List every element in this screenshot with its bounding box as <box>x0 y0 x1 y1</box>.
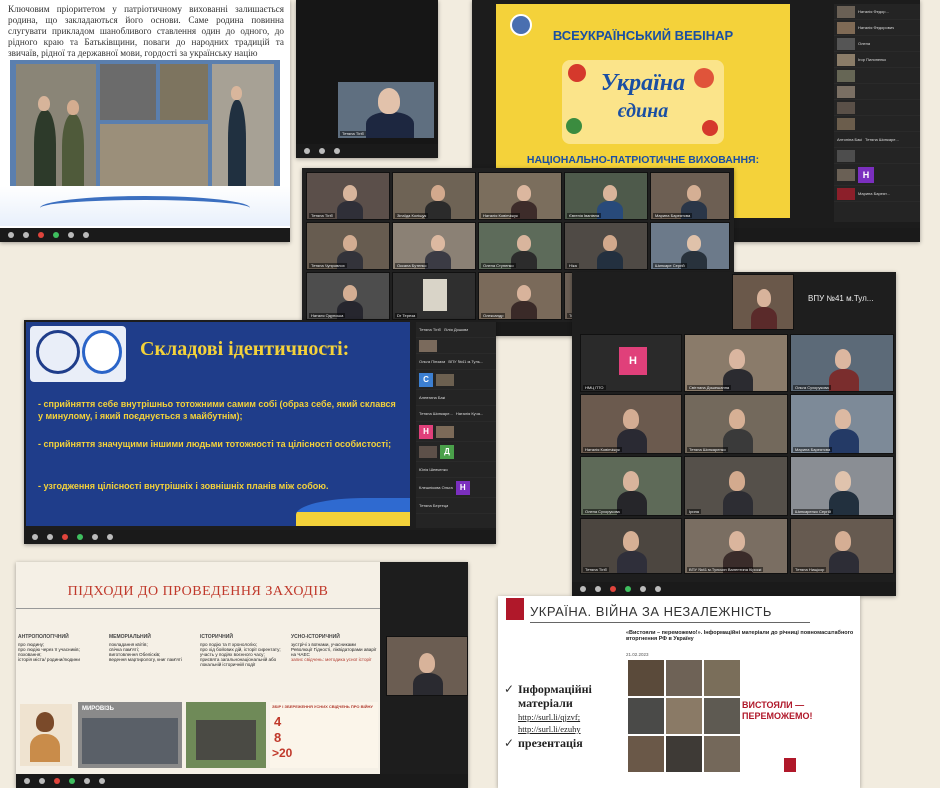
participants-sidebar[interactable]: Наталія Федор... Наталія Федорович Олена… <box>834 4 920 222</box>
participants-icon[interactable] <box>84 778 90 784</box>
mic-icon[interactable] <box>32 534 38 540</box>
camera-icon[interactable] <box>47 534 53 540</box>
meeting-toolbar[interactable] <box>296 144 438 158</box>
title-rule <box>530 622 810 623</box>
camera-icon[interactable] <box>23 232 29 238</box>
participants-icon[interactable] <box>92 534 98 540</box>
museum-photo: МИРОВІЗЬ <box>78 702 182 768</box>
share-screen-icon[interactable] <box>53 232 59 238</box>
title-underline <box>16 608 380 609</box>
more-icon[interactable] <box>99 778 105 784</box>
webinar-title: ВСЕУКРАЇНСЬКИЙ ВЕБІНАР <box>552 28 734 43</box>
chat-icon[interactable] <box>38 232 44 238</box>
participant-avatar: Н <box>619 347 647 375</box>
war-poster-text: ВИСТОЯЛИ — ПЕРЕМОЖЕМО! <box>742 700 813 721</box>
participant-avatar: С <box>419 372 433 387</box>
slide-logo <box>784 758 796 772</box>
identity-bullet-1: - сприйняття себе внутрішньо тотожними с… <box>38 399 396 421</box>
meeting-toolbar[interactable] <box>24 530 496 544</box>
participants-icon[interactable] <box>640 586 646 592</box>
meeting-toolbar[interactable] <box>0 228 290 242</box>
illustration-person <box>20 704 72 766</box>
identity-heading: Складові ідентичності: <box>140 338 350 360</box>
screenshot-identity: Складові ідентичності: - сприйняття себе… <box>24 320 496 544</box>
meeting-toolbar[interactable] <box>16 774 468 788</box>
institution-logo <box>30 326 126 382</box>
slide-bookmark-icon <box>506 598 524 620</box>
gallery-top-title: ВПУ №41 м.Тул... <box>808 294 874 303</box>
camera-icon[interactable] <box>319 148 325 154</box>
chat-icon[interactable] <box>62 534 68 540</box>
screenshot-approaches: ПІДХОДИ ДО ПРОВЕДЕННЯ ЗАХОДІВ АНТРОПОЛОГ… <box>16 562 468 788</box>
photo-collage <box>10 60 280 190</box>
war-photo-grid <box>628 660 740 772</box>
identity-slide: Складові ідентичності: - сприйняття себе… <box>26 322 410 526</box>
war-item-2: презентація <box>518 736 583 750</box>
war-link-1[interactable]: http://surl.li/qjzvf; <box>518 712 580 722</box>
approaches-grid: АНТРОПОЛОГІЧНИЙ про людину; про людію че… <box>18 634 377 667</box>
war-slide-date: 21.02.2023 <box>626 652 649 657</box>
speaker-tile <box>386 636 468 696</box>
participants-sidebar[interactable]: Тетяна Тігіб Лілія Дяшова Ольга Пінзаха ВП… <box>416 322 496 528</box>
reactions-icon[interactable] <box>83 232 89 238</box>
war-item-1: Інформаційні матеріали <box>518 682 592 710</box>
speaker-thumbnail: Тетяна Тігіб <box>296 0 438 158</box>
war-slide-title: УКРАЇНА. ВІЙНА ЗА НЕЗАЛЕЖНІСТЬ <box>530 604 772 619</box>
share-screen-icon[interactable] <box>625 586 631 592</box>
more-icon[interactable] <box>107 534 113 540</box>
participant-avatar: Д <box>440 444 454 459</box>
more-icon[interactable] <box>334 148 340 154</box>
mic-icon[interactable] <box>304 148 310 154</box>
share-screen-icon[interactable] <box>69 778 75 784</box>
edyna-word: єдина <box>617 100 669 122</box>
memorial-photo <box>186 702 266 768</box>
war-slide-header: «Вистояли – переможемо!». Інформаційні м… <box>626 630 854 642</box>
bullet-check-2: ✓ <box>504 736 515 750</box>
camera-icon[interactable] <box>39 778 45 784</box>
camera-icon[interactable] <box>595 586 601 592</box>
identity-bullet-3: - узгодження цілісності внутрішніх і зов… <box>38 481 329 491</box>
mic-icon[interactable] <box>580 586 586 592</box>
flag-wave <box>296 498 410 526</box>
participant-avatar: Н <box>455 480 470 495</box>
participant-avatar: Н <box>858 166 874 183</box>
slide-paragraph: Ключовим пріоритетом у патріотичному вих… <box>8 4 284 58</box>
approaches-title: ПІДХОДИ ДО ПРОВЕДЕННЯ ЗАХОДІВ <box>67 584 329 599</box>
war-link-2[interactable]: http://surl.li/ezuhy <box>518 724 581 734</box>
chat-icon[interactable] <box>610 586 616 592</box>
more-icon[interactable] <box>655 586 661 592</box>
mic-icon[interactable] <box>24 778 30 784</box>
screenshot-gallery-right: ВПУ №41 м.Тул... Н НМЦ ПТО Світлана Дяшеш… <box>572 272 896 596</box>
approaches-slide: ПІДХОДИ ДО ПРОВЕДЕННЯ ЗАХОДІВ АНТРОПОЛОГ… <box>16 562 380 774</box>
identity-bullet-2: - сприйняття значущими іншими людьми тот… <box>38 439 392 449</box>
screenshot-family-slide: Ключовим пріоритетом у патріотичному вих… <box>0 0 290 242</box>
bullet-check-1: ✓ <box>504 682 515 696</box>
share-screen-icon[interactable] <box>77 534 83 540</box>
book-pages <box>40 196 250 220</box>
testimony-infographic: ЗБІР І ЗБЕРЕЖЕННЯ УСНИХ СВІДЧЕНЬ ПРО ВІЙ… <box>270 702 378 768</box>
participant-avatar: Н <box>419 424 433 439</box>
ukraine-word: Україна <box>600 70 686 96</box>
chat-icon[interactable] <box>54 778 60 784</box>
screenshot-war-slide: УКРАЇНА. ВІЙНА ЗА НЕЗАЛЕЖНІСТЬ «Вистояли… <box>498 596 860 788</box>
participants-icon[interactable] <box>68 232 74 238</box>
webinar-subtitle: НАЦІОНАЛЬНО-ПАТРІОТИЧНЕ ВИХОВАННЯ: <box>526 154 760 166</box>
meeting-toolbar[interactable] <box>572 582 896 596</box>
mic-icon[interactable] <box>8 232 14 238</box>
